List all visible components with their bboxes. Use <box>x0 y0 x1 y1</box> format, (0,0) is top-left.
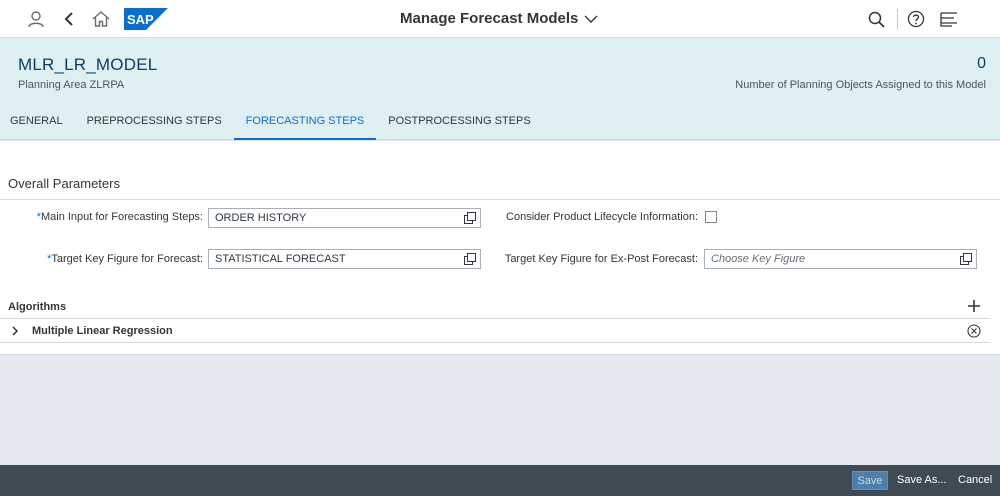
chevron-down-icon <box>584 15 598 23</box>
cancel-button[interactable]: Cancel <box>958 471 992 490</box>
expost-key-figure-label: Target Key Figure for Ex-Post Forecast: <box>504 253 698 265</box>
algorithm-name: Multiple Linear Regression <box>32 325 173 337</box>
kpi-value: 0 <box>977 55 986 72</box>
sap-logo-text: SAP <box>127 12 154 27</box>
save-as-button[interactable]: Save As... <box>897 471 947 490</box>
back-icon[interactable] <box>58 8 80 30</box>
main-input-field[interactable]: ORDER HISTORY <box>208 208 481 228</box>
add-icon[interactable] <box>966 298 982 314</box>
tab-bar: General Preprocessing Steps Forecasting … <box>0 110 543 140</box>
tab-preprocessing-steps[interactable]: Preprocessing Steps <box>75 110 234 140</box>
algorithms-title: Algorithms <box>8 301 67 313</box>
sap-logo: SAP <box>124 8 168 30</box>
tab-general[interactable]: General <box>0 110 75 140</box>
app-title: Manage Forecast Models <box>400 10 579 27</box>
lifecycle-checkbox[interactable] <box>705 211 717 223</box>
value-help-icon[interactable] <box>960 253 972 265</box>
tab-postprocessing-steps[interactable]: Postprocessing Steps <box>376 110 542 140</box>
shell-bar: SAP Manage Forecast Models <box>0 0 1000 38</box>
expost-key-figure-field[interactable]: Choose Key Figure <box>704 249 977 269</box>
target-key-figure-label: *Target Key Figure for Forecast: <box>47 253 203 265</box>
main-input-value: ORDER HISTORY <box>215 212 307 224</box>
target-key-figure-field[interactable]: STATISTICAL FORECAST <box>208 249 481 269</box>
help-icon[interactable] <box>905 8 927 30</box>
expost-key-figure-placeholder: Choose Key Figure <box>711 253 806 265</box>
home-icon[interactable] <box>90 8 112 30</box>
footer-toolbar: Save Save As... Cancel <box>0 465 1000 496</box>
shell-divider <box>897 9 898 29</box>
object-subtitle: Planning Area ZLRPA <box>18 79 125 91</box>
save-button[interactable]: Save <box>852 471 888 490</box>
target-key-figure-value: STATISTICAL FORECAST <box>215 253 346 265</box>
value-help-icon[interactable] <box>464 253 476 265</box>
section-divider <box>0 199 1000 200</box>
notifications-icon[interactable] <box>938 8 960 30</box>
value-help-icon[interactable] <box>464 212 476 224</box>
object-header: MLR_LR_MODEL Planning Area ZLRPA 0 Numbe… <box>0 38 1000 140</box>
remove-icon[interactable] <box>967 324 981 338</box>
lifecycle-label: Consider Product Lifecycle Information: <box>506 211 698 223</box>
kpi-label: Number of Planning Objects Assigned to t… <box>735 79 986 91</box>
tab-forecasting-steps[interactable]: Forecasting Steps <box>233 110 377 140</box>
user-icon[interactable] <box>25 8 47 30</box>
object-title: MLR_LR_MODEL <box>18 55 158 74</box>
search-icon[interactable] <box>865 8 887 30</box>
algorithm-row[interactable]: Multiple Linear Regression <box>0 318 990 343</box>
app-title-menu[interactable]: Manage Forecast Models <box>400 10 598 27</box>
section-title: Overall Parameters <box>8 176 120 191</box>
forecasting-steps-section: Overall Parameters *Main Input for Forec… <box>0 141 1000 355</box>
chevron-right-icon[interactable] <box>10 326 20 336</box>
main-input-label: *Main Input for Forecasting Steps: <box>36 211 203 223</box>
